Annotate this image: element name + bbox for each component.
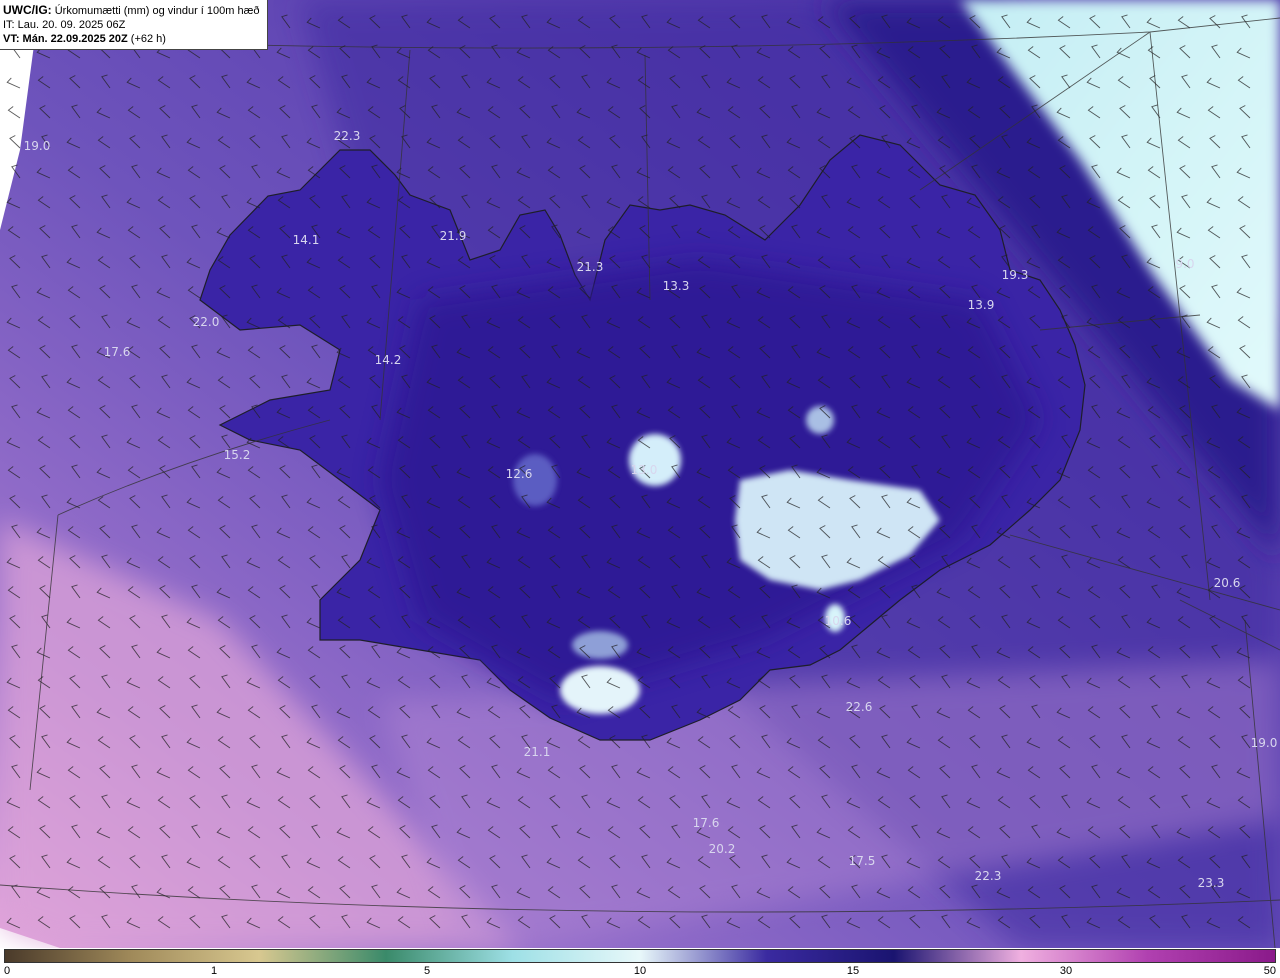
lead-time: (+62 h) — [127, 33, 166, 45]
map-value-label: 13.0 — [631, 463, 658, 477]
map-value-label: 17.6 — [104, 345, 131, 359]
map-value-label: 22.0 — [193, 315, 220, 329]
map-value-label: 17.5 — [849, 854, 876, 868]
precipitation-map: 22.3 19.0 14.1 21.9 21.3 13.3 19.3 9.0 13.9 22.0 1… — [0, 0, 1280, 948]
product-title: UWC/IG: Úrkomumætti (mm) og vindur í 100… — [3, 3, 267, 18]
colorbar-tick-label: 50 — [1263, 965, 1276, 977]
map-value-label: 19.0 — [24, 139, 51, 153]
map-value-label: 22.3 — [334, 129, 361, 143]
map-value-label: 14.1 — [293, 233, 320, 247]
map-value-label: 23.3 — [1198, 876, 1225, 890]
colorbar-tick-label: 10 — [633, 965, 647, 977]
colorbar-tick-label: 5 — [423, 965, 431, 977]
colorbar-strip — [4, 949, 1276, 963]
map-value-label: 19.3 — [1002, 268, 1029, 282]
colorbar-tick-label: 0 — [4, 965, 11, 977]
map-value-label: 21.3 — [577, 260, 604, 274]
map-value-label: 21.1 — [524, 745, 551, 759]
init-time: IT: Lau. 20. 09. 2025 06Z — [3, 19, 126, 31]
map-value-label: 22.3 — [975, 869, 1002, 883]
map-value-label: 20.2 — [709, 842, 736, 856]
map-value-label: 13.3 — [663, 279, 690, 293]
colorbar-tick-label: 15 — [846, 965, 860, 977]
map-value-label: 12.6 — [506, 467, 533, 481]
map-value-label: 20.6 — [1214, 576, 1241, 590]
valid-label: VT: Mán. 22.09.2025 20Z — [3, 33, 128, 45]
map-value-label: 10.6 — [825, 614, 852, 628]
colorbar: 0 1 5 10 15 30 50 — [0, 948, 1280, 978]
map-value-label: 15.2 — [224, 448, 251, 462]
map-area[interactable]: 22.3 19.0 14.1 21.9 21.3 13.3 19.3 9.0 13.9 22.0 1… — [0, 0, 1280, 948]
header-info: UWC/IG: Úrkomumætti (mm) og vindur í 100… — [0, 0, 268, 50]
map-value-label: 21.9 — [440, 229, 467, 243]
map-value-label: 19.0 — [1251, 736, 1278, 750]
map-value-label: 17.6 — [693, 816, 720, 830]
map-value-label: 22.6 — [846, 700, 873, 714]
colorbar-tick-label: 30 — [1059, 965, 1073, 977]
map-value-label: 9.0 — [1175, 257, 1194, 271]
title-text: Úrkomumætti (mm) og vindur í 100m hæð — [51, 5, 260, 17]
valid-time: VT: Mán. 22.09.2025 20Z (+62 h) — [3, 32, 267, 46]
map-value-label: 13.9 — [968, 298, 995, 312]
map-value-label: 14.2 — [375, 353, 402, 367]
product-label: UWC/IG: — [3, 3, 52, 17]
colorbar-tick-label: 1 — [210, 965, 218, 977]
